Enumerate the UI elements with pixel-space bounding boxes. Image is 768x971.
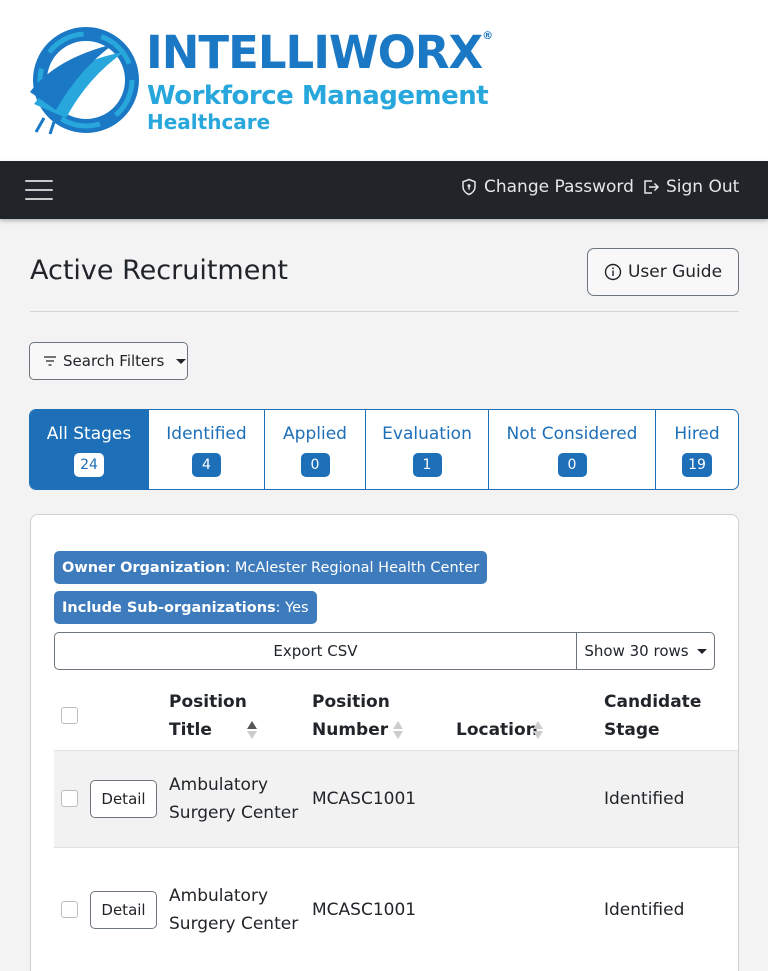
intelliworx-logo-icon (30, 27, 139, 135)
tab-all-stages[interactable]: All Stages 24 (30, 410, 149, 489)
tab-label: Not Considered (506, 424, 638, 444)
user-guide-button[interactable]: User Guide (587, 248, 739, 296)
export-csv-button[interactable]: Export CSV (54, 632, 577, 670)
tab-applied[interactable]: Applied 0 (265, 410, 366, 489)
table-row: Detail Ambulatory Surgery Center MCASC10… (54, 750, 738, 847)
header-candidate-stage[interactable]: Candidate Stage (604, 688, 701, 744)
info-icon (604, 263, 622, 281)
detail-button[interactable]: Detail (90, 891, 157, 929)
cell-candidate-stage: Identified (604, 789, 685, 809)
chip-label: Owner Organization (62, 559, 226, 576)
owner-organization-chip: Owner Organization: McAlester Regional H… (54, 551, 488, 584)
sign-out-link[interactable]: Sign Out (642, 177, 739, 197)
header-line: Number (312, 720, 389, 740)
tab-label: Evaluation (382, 424, 472, 444)
count-badge: 4 (192, 453, 221, 477)
count-badge: 19 (682, 453, 712, 477)
tab-identified[interactable]: Identified 4 (149, 410, 265, 489)
tab-evaluation[interactable]: Evaluation 1 (366, 410, 489, 489)
tab-label: Identified (166, 424, 247, 444)
header-line: Position (312, 692, 390, 712)
sign-out-label: Sign Out (666, 177, 740, 197)
count-badge: 24 (74, 453, 104, 477)
filter-icon (44, 356, 56, 366)
user-guide-label: User Guide (627, 262, 723, 282)
search-filters-label: Search Filters (63, 352, 165, 370)
header-line: Candidate (604, 692, 702, 712)
title-divider (30, 311, 739, 312)
caret-down-icon (696, 648, 707, 654)
tab-hired[interactable]: Hired 19 (656, 410, 738, 489)
header-position-title[interactable]: Position Title (169, 688, 247, 744)
select-all-checkbox[interactable] (61, 707, 78, 724)
brand-tagline: Workforce Management (147, 81, 489, 111)
cell-line: Ambulatory (169, 886, 269, 906)
sign-out-icon (644, 180, 660, 194)
row-checkbox[interactable] (61, 901, 78, 918)
caret-down-icon (176, 358, 187, 364)
stage-tabs: All Stages 24 Identified 4 Applied 0 Eva… (29, 409, 739, 490)
page-title: Active Recruitment (30, 255, 289, 286)
tab-label: Hired (674, 424, 720, 444)
show-rows-dropdown[interactable]: Show 30 rows (577, 632, 715, 670)
cell-position-number: MCASC1001 (312, 789, 417, 809)
count-badge: 1 (412, 453, 442, 477)
count-badge: 0 (300, 453, 330, 477)
include-suborgs-chip: Include Sub-organizations: Yes (54, 591, 317, 624)
cell-position-title: Ambulatory Surgery Center (169, 882, 298, 938)
sort-icon[interactable] (532, 720, 544, 740)
table-header: Position Title Position Number Location … (54, 680, 738, 750)
cell-line: Surgery Center (169, 914, 299, 934)
count-badge: 0 (557, 453, 587, 477)
chip-label: Include Sub-organizations (62, 599, 276, 616)
table-row: Detail Ambulatory Surgery Center MCASC10… (54, 847, 738, 971)
results-card: Owner Organization: McAlester Regional H… (30, 514, 739, 971)
row-checkbox[interactable] (61, 790, 78, 807)
show-rows-label: Show 30 rows (584, 642, 689, 660)
brand-subline: Healthcare (147, 110, 271, 134)
cell-candidate-stage: Identified (604, 900, 685, 920)
tab-label: Applied (283, 424, 347, 444)
shield-icon (462, 178, 476, 196)
cell-position-number: MCASC1001 (312, 900, 417, 920)
chip-value: : Yes (275, 599, 309, 616)
top-navbar: Change Password Sign Out (0, 161, 768, 219)
sort-icon[interactable] (392, 720, 404, 740)
header-line: Stage (604, 720, 660, 740)
recruitment-table: Position Title Position Number Location … (54, 680, 738, 971)
header-line: Title (169, 720, 212, 740)
hamburger-icon[interactable] (25, 178, 55, 202)
cell-line: Ambulatory (169, 775, 269, 795)
sort-asc-icon[interactable] (246, 720, 258, 740)
chip-value: : McAlester Regional Health Center (225, 559, 480, 576)
tab-not-considered[interactable]: Not Considered 0 (489, 410, 656, 489)
cell-line: Surgery Center (169, 803, 299, 823)
table-toolbar: Export CSV Show 30 rows (54, 632, 715, 670)
tab-label: All Stages (46, 424, 132, 444)
change-password-link[interactable]: Change Password (460, 177, 634, 197)
header-location[interactable]: Location (456, 716, 538, 744)
header-line: Position (169, 692, 247, 712)
brand-name: INTELLIWORX® (146, 26, 493, 79)
cell-position-title: Ambulatory Surgery Center (169, 771, 298, 827)
detail-button[interactable]: Detail (90, 780, 157, 818)
search-filters-button[interactable]: Search Filters (29, 342, 188, 380)
change-password-label: Change Password (484, 177, 634, 197)
header-position-number[interactable]: Position Number (312, 688, 390, 744)
brand-header: INTELLIWORX® Workforce Management Health… (0, 0, 768, 161)
